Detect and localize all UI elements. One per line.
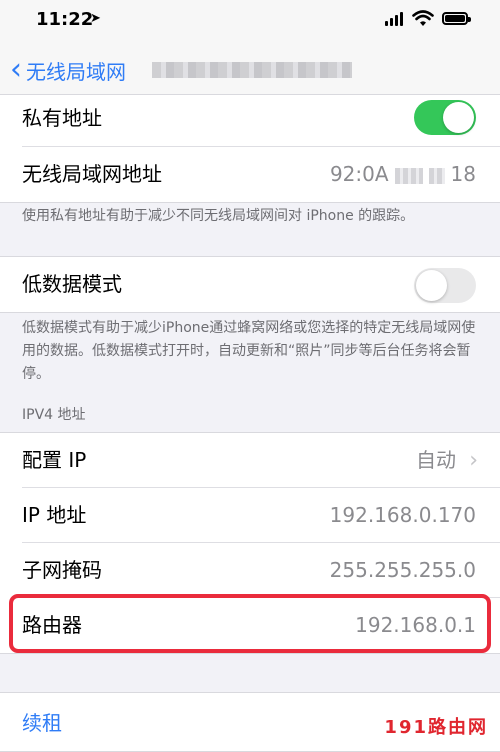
chevron-left-icon: ‹: [10, 52, 22, 87]
chevron-right-icon: ›: [469, 448, 478, 473]
ip-address-value: 192.168.0.170: [329, 503, 476, 527]
ip-address-label: IP 地址: [22, 503, 87, 527]
battery-full-icon: [442, 12, 471, 25]
configure-ip-label: 配置 IP: [22, 448, 87, 472]
back-button[interactable]: ‹ 无线局域网: [10, 52, 126, 88]
subnet-mask-label: 子网掩码: [22, 558, 102, 582]
navigation-bar: ‹ 无线局域网: [0, 40, 500, 100]
low-data-footnote: 低数据模式有助于减少iPhone通过蜂窝网络或您选择的特定无线局域网使用的数据。…: [22, 320, 476, 382]
renew-lease-button[interactable]: 续租: [22, 707, 62, 736]
redacted-mac-segment: [394, 167, 423, 184]
configure-ip-value: 自动: [416, 448, 456, 472]
low-data-toggle[interactable]: [414, 268, 476, 303]
low-data-row: 低数据模式: [0, 257, 500, 312]
wlan-address-value: 92:0A 18: [330, 147, 476, 202]
wlan-address-suffix: 18: [450, 162, 476, 186]
router-highlight-box: [9, 594, 491, 653]
subnet-mask-row: 子网掩码 255.255.255.0: [0, 543, 500, 598]
wlan-address-prefix: 92:0A: [329, 162, 389, 186]
location-arrow-icon: ➤: [90, 11, 101, 26]
private-address-label: 私有地址: [22, 106, 102, 130]
private-address-footnote: 使用私有地址有助于减少不同无线局域网间对 iPhone 的跟踪。: [22, 208, 415, 224]
redacted-mac-segment: [428, 167, 445, 184]
wlan-address-label: 无线局域网地址: [22, 162, 162, 186]
low-data-group: 低数据模式: [0, 256, 500, 313]
subnet-mask-value: 255.255.255.0: [329, 558, 476, 582]
low-data-label: 低数据模式: [22, 272, 122, 296]
wlan-address-row: 无线局域网地址 92:0A 18: [0, 147, 500, 202]
private-address-row: 私有地址: [0, 95, 500, 147]
wifi-icon: [412, 10, 434, 26]
redacted-network-name: [152, 62, 352, 78]
watermark: 191路由网: [384, 717, 488, 738]
ipv4-section-header: IPV4 地址: [22, 407, 86, 423]
cellular-signal-icon: [385, 12, 407, 26]
privacy-group: 私有地址 无线局域网地址 92:0A 18: [0, 94, 500, 203]
status-bar: 11:22 ➤: [0, 0, 500, 40]
back-button-label: 无线局域网: [26, 59, 126, 84]
status-time: 11:22: [36, 9, 94, 30]
private-address-toggle[interactable]: [414, 100, 476, 135]
ip-address-row: IP 地址 192.168.0.170: [0, 488, 500, 543]
configure-ip-row[interactable]: 配置 IP 自动 ›: [0, 433, 500, 488]
